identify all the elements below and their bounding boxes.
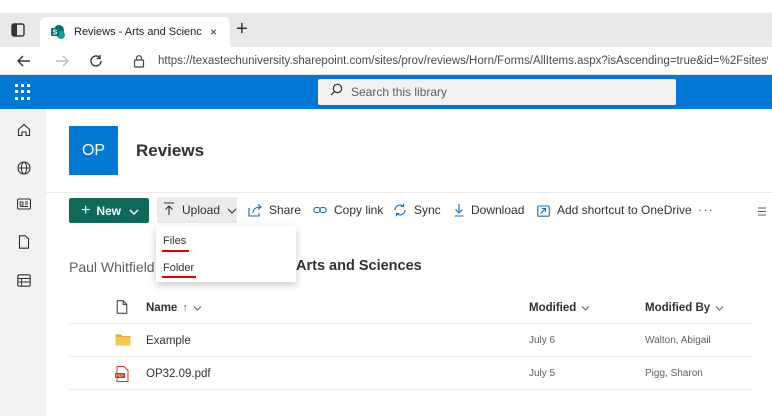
row-modified: July 6 [529, 335, 556, 346]
address-bar[interactable]: https://texastechuniversity.sharepoint.c… [128, 48, 772, 74]
view-options-icon[interactable] [758, 203, 766, 216]
folder-icon [115, 333, 131, 351]
news-icon[interactable] [17, 197, 31, 211]
search-placeholder: Search this library [351, 85, 448, 99]
browser-tab-strip: S Reviews - Arts and Sciences - All × + [0, 13, 772, 47]
copy-link-button[interactable]: Copy link [313, 199, 383, 221]
row-modified: July 5 [529, 368, 556, 379]
row-name[interactable]: Example [146, 335, 191, 347]
column-header-name[interactable]: Name ↑ [146, 302, 202, 314]
site-title[interactable]: Reviews [136, 141, 204, 161]
menu-item-folder[interactable]: Folder [163, 262, 194, 274]
row-modified-by: Walton, Abigail [645, 335, 711, 346]
upload-button-label: Upload [182, 203, 221, 217]
breadcrumb-item-current: Arts and Sciences [296, 258, 422, 274]
search-icon [330, 83, 343, 101]
share-label: Share [269, 203, 302, 217]
upload-icon [163, 201, 175, 219]
lock-icon[interactable] [132, 54, 146, 68]
document-type-icon[interactable] [116, 300, 128, 319]
address-bar-row: https://texastechuniversity.sharepoint.c… [0, 47, 772, 75]
file-icon[interactable] [17, 235, 31, 249]
upload-button[interactable]: Upload [157, 197, 237, 223]
column-name-label: Name [146, 302, 178, 314]
browser-tab[interactable]: S Reviews - Arts and Sciences - All × [40, 17, 230, 47]
more-options-icon[interactable]: ··· [698, 202, 714, 217]
header-divider [46, 192, 772, 193]
download-label: Download [471, 203, 525, 217]
sort-ascending-icon: ↑ [182, 302, 188, 314]
breadcrumb-item-parent[interactable]: Paul Whitfield [69, 259, 155, 275]
download-button[interactable]: Download [454, 199, 524, 221]
add-shortcut-button[interactable]: Add shortcut to OneDrive [537, 199, 692, 221]
new-tab-button[interactable]: + [236, 19, 248, 39]
share-button[interactable]: Share [248, 199, 301, 221]
download-icon [454, 204, 464, 217]
suite-bar: Search this library [0, 75, 772, 109]
svg-text:PDF: PDF [116, 373, 125, 378]
upload-dropdown-menu: Files Folder [156, 226, 296, 282]
files-highlight-underline [162, 250, 189, 252]
globe-icon[interactable] [17, 161, 31, 175]
column-modified-by-label: Modified By [645, 302, 711, 314]
tab-actions-icon[interactable] [10, 22, 26, 38]
url-text: https://texastechuniversity.sharepoint.c… [158, 55, 768, 67]
copy-link-label: Copy link [334, 203, 384, 217]
add-shortcut-icon [537, 204, 550, 217]
back-arrow-icon[interactable] [14, 51, 34, 71]
sharepoint-favicon-icon: S [50, 24, 66, 40]
sync-icon [394, 203, 406, 217]
site-logo[interactable]: OP [69, 126, 118, 175]
svg-text:S: S [53, 30, 58, 37]
app-launcher-waffle-icon[interactable] [15, 84, 31, 100]
tab-title: Reviews - Arts and Sciences - All [74, 26, 202, 38]
row-name[interactable]: OP32.09.pdf [146, 368, 211, 380]
tab-close-icon[interactable]: × [210, 26, 217, 38]
chevron-down-icon [715, 302, 724, 314]
search-input[interactable]: Search this library [318, 79, 676, 105]
column-header-modified[interactable]: Modified [529, 302, 590, 314]
chevron-down-icon [581, 302, 590, 314]
chevron-down-icon [193, 302, 202, 314]
new-button[interactable]: + New [69, 198, 149, 223]
pdf-file-icon: PDF [115, 366, 129, 387]
sync-button[interactable]: Sync [393, 199, 441, 221]
chevron-down-icon [227, 203, 237, 217]
chevron-down-icon [129, 204, 139, 218]
column-modified-label: Modified [529, 302, 577, 314]
app-left-rail [0, 109, 46, 416]
new-button-label: New [96, 203, 122, 218]
list-header: Name ↑ Modified Modified By [69, 292, 751, 324]
refresh-icon[interactable] [86, 51, 106, 71]
share-icon [248, 203, 262, 217]
table-row[interactable]: Example July 6 Walton, Abigail [69, 324, 751, 357]
folder-highlight-underline [162, 276, 196, 278]
home-icon[interactable] [17, 123, 31, 137]
row-modified-by: Pigg, Sharon [645, 368, 703, 379]
sync-label: Sync [414, 203, 441, 217]
forward-arrow-icon[interactable] [52, 51, 72, 71]
table-row[interactable]: PDF OP32.09.pdf July 5 Pigg, Sharon [69, 357, 751, 390]
add-shortcut-label: Add shortcut to OneDrive [557, 203, 692, 217]
plus-icon: + [81, 201, 91, 219]
lists-icon[interactable] [17, 273, 31, 287]
link-icon [313, 206, 327, 214]
column-header-modified-by[interactable]: Modified By [645, 302, 724, 314]
menu-item-files[interactable]: Files [163, 235, 186, 247]
